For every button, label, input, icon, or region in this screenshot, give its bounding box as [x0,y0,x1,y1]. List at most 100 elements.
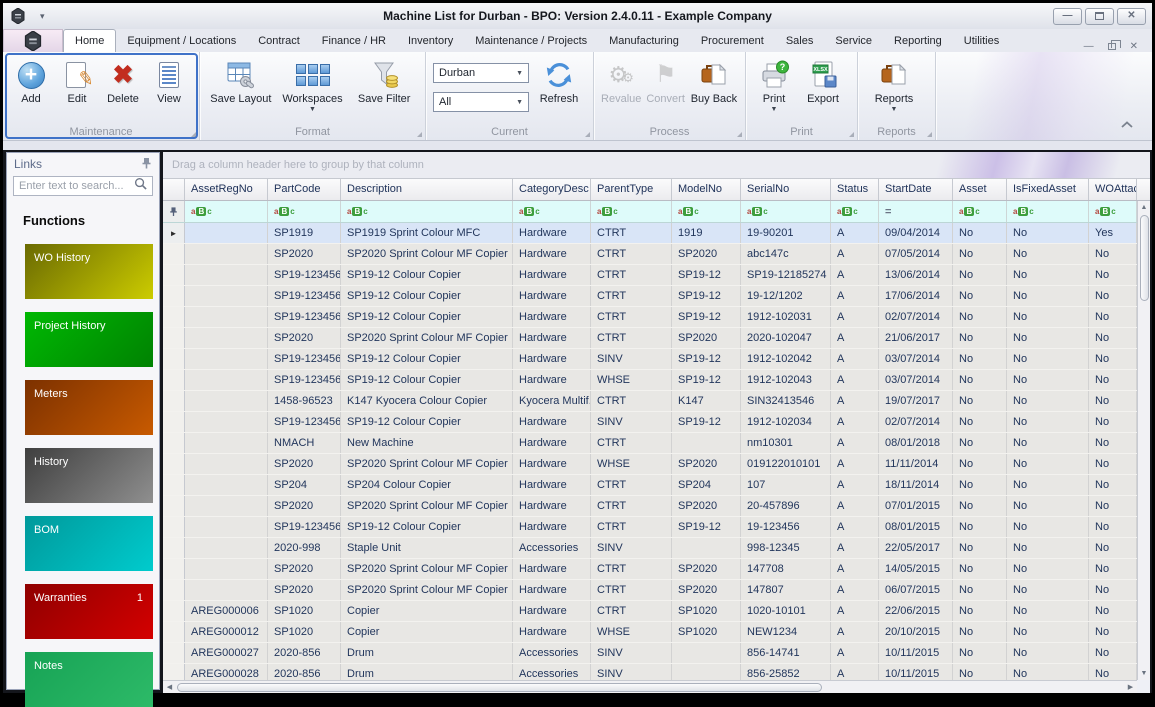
cell[interactable]: CTRT [591,286,672,306]
cell[interactable]: Hardware [513,454,591,474]
cell[interactable]: 17/06/2014 [879,286,953,306]
branch-select[interactable]: Durban ▼ [433,63,529,83]
edit-button[interactable]: ✎ Edit [54,55,100,105]
tile-wo-history[interactable]: WO History [25,244,153,299]
cell[interactable]: 2020-102047 [741,328,831,348]
cell[interactable]: 1458-96523 [268,391,341,411]
cell[interactable]: SP2020 [672,580,741,600]
cell[interactable]: SP19-12 [672,307,741,327]
cell[interactable]: 1020-10101 [741,601,831,621]
cell[interactable]: 02/07/2014 [879,307,953,327]
cell[interactable] [185,496,268,516]
cell[interactable]: 03/07/2014 [879,349,953,369]
cell[interactable]: No [953,601,1007,621]
table-row[interactable]: AREG000012SP1020CopierHardwareWHSESP1020… [163,622,1137,643]
cell[interactable]: SP2020 [268,328,341,348]
cell[interactable] [185,265,268,285]
tab-equipment-locations[interactable]: Equipment / Locations [116,30,247,52]
cell[interactable]: Copier [341,622,513,642]
cell[interactable]: A [831,307,879,327]
dialog-launcher-icon[interactable] [737,132,742,137]
cell[interactable]: No [1089,538,1137,558]
cell[interactable]: No [1089,643,1137,663]
revalue-button[interactable]: ⚙⚙ Revalue [599,55,643,105]
cell[interactable]: SP19-123456 [268,265,341,285]
cell[interactable]: No [1007,454,1089,474]
cell[interactable]: Hardware [513,349,591,369]
cell[interactable]: SP2020 [672,496,741,516]
filter-cell-woattachme[interactable]: aBc [1089,201,1137,222]
cell[interactable] [185,454,268,474]
export-button[interactable]: XLSX Export [797,55,849,105]
buy-back-button[interactable]: Buy Back [688,55,740,105]
cell[interactable]: 19-12/1202 [741,286,831,306]
cell[interactable]: No [1007,433,1089,453]
cell[interactable]: 20/10/2015 [879,622,953,642]
cell[interactable]: No [1007,517,1089,537]
tile-meters[interactable]: Meters [25,380,153,435]
cell[interactable] [185,307,268,327]
cell[interactable]: No [1007,370,1089,390]
cell[interactable]: A [831,328,879,348]
cell[interactable]: AREG000012 [185,622,268,642]
cell[interactable]: No [1089,580,1137,600]
cell[interactable]: No [1007,412,1089,432]
cell[interactable]: 2020-856 [268,643,341,663]
cell[interactable]: A [831,433,879,453]
cell[interactable]: SP1020 [268,622,341,642]
cell[interactable]: No [1007,643,1089,663]
cell[interactable] [185,286,268,306]
cell[interactable]: 07/01/2015 [879,496,953,516]
cell[interactable]: No [1007,538,1089,558]
cell[interactable]: No [1007,244,1089,264]
cell[interactable]: 22/06/2015 [879,601,953,621]
cell[interactable]: No [1007,559,1089,579]
cell[interactable]: SP19-12 [672,349,741,369]
filter-cell-categorydesc[interactable]: aBc [513,201,591,222]
cell[interactable]: SP2020 [268,496,341,516]
cell[interactable]: 08/01/2015 [879,517,953,537]
cell[interactable]: CTRT [591,559,672,579]
cell[interactable] [185,328,268,348]
cell[interactable]: No [953,349,1007,369]
horizontal-scroll-thumb[interactable] [177,683,822,692]
quick-access-dropdown-icon[interactable]: ▾ [40,11,45,22]
cell[interactable] [185,433,268,453]
cell[interactable]: SP2020 [672,244,741,264]
cell[interactable]: No [1089,370,1137,390]
cell[interactable]: 02/07/2014 [879,412,953,432]
cell[interactable]: SP19-123456 [268,286,341,306]
mdi-close-button[interactable]: ✕ [1130,41,1138,52]
print-button[interactable]: ? Print ▼ [751,55,797,113]
cell[interactable]: CTRT [591,433,672,453]
filter-cell-isfixedasset[interactable]: aBc [1007,201,1089,222]
column-header-woattachme[interactable]: WOAttachme [1089,179,1137,200]
cell[interactable]: SP19-12 Colour Copier [341,286,513,306]
cell[interactable]: CTRT [591,496,672,516]
filter-cell-partcode[interactable]: aBc [268,201,341,222]
add-button[interactable]: + Add [8,55,54,105]
table-row[interactable]: SP2020SP2020 Sprint Colour MF CopierHard… [163,559,1137,580]
cell[interactable]: 10/11/2015 [879,664,953,680]
cell[interactable]: 13/06/2014 [879,265,953,285]
cell[interactable]: Hardware [513,223,591,243]
cell[interactable]: SP19-12 Colour Copier [341,307,513,327]
table-row[interactable]: SP19-123456SP19-12 Colour CopierHardware… [163,265,1137,286]
cell[interactable]: No [1007,580,1089,600]
cell[interactable]: Hardware [513,559,591,579]
cell[interactable]: A [831,643,879,663]
cell[interactable]: 19-123456 [741,517,831,537]
cell[interactable]: SINV [591,538,672,558]
cell[interactable]: SP2020 [268,580,341,600]
application-button[interactable] [3,29,63,52]
tab-maintenance-projects[interactable]: Maintenance / Projects [464,30,598,52]
table-row[interactable]: SP204SP204 Colour CopierHardwareCTRTSP20… [163,475,1137,496]
cell[interactable]: No [1007,307,1089,327]
cell[interactable]: SP2020 Sprint Colour MF Copier [341,580,513,600]
cell[interactable] [185,538,268,558]
cell[interactable]: SP19-12 Colour Copier [341,370,513,390]
column-header-asset[interactable]: Asset [953,179,1007,200]
cell[interactable]: SIN32413546 [741,391,831,411]
cell[interactable]: SP19-12 [672,286,741,306]
cell[interactable]: New Machine [341,433,513,453]
